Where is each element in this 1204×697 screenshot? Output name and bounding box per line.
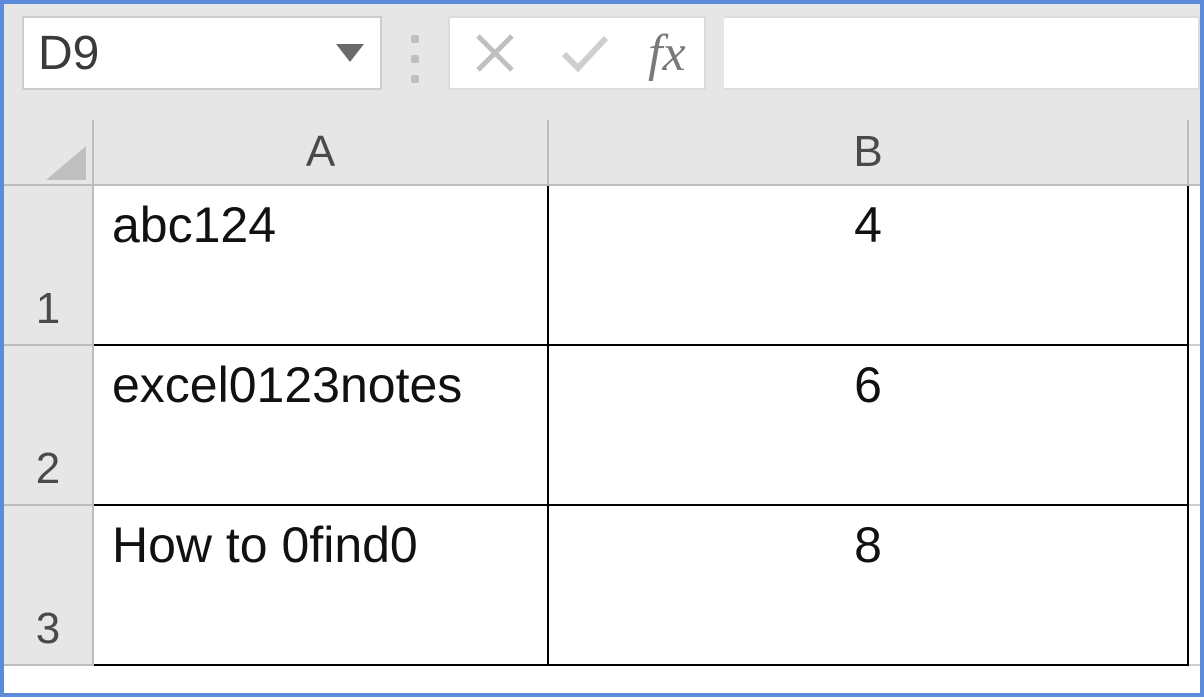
column-header-B[interactable]: B (549, 120, 1189, 186)
cell-B2[interactable]: 6 (549, 346, 1189, 506)
cancel-icon (474, 32, 516, 74)
select-all-corner[interactable] (4, 120, 94, 186)
cell-A1[interactable]: abc124 (94, 186, 549, 346)
cell-C1[interactable] (1189, 186, 1200, 346)
check-icon (560, 32, 610, 74)
insert-function-button[interactable]: fx (630, 18, 704, 88)
column-header-A[interactable]: A (94, 120, 549, 186)
cancel-button[interactable] (450, 18, 540, 88)
cell-B1[interactable]: 4 (549, 186, 1189, 346)
formula-input[interactable] (724, 16, 1200, 90)
app-inner: fx A B 1 abc124 4 2 excel0123notes 6 (4, 4, 1200, 666)
column-header-next[interactable] (1189, 120, 1200, 186)
cell-B3[interactable]: 8 (549, 506, 1189, 666)
row-header-1[interactable]: 1 (4, 186, 94, 346)
select-all-triangle-icon (46, 146, 86, 180)
formula-bar-drag-handle[interactable] (400, 16, 430, 102)
cell-C2[interactable] (1189, 346, 1200, 506)
app-frame: fx A B 1 abc124 4 2 excel0123notes 6 (0, 0, 1204, 697)
name-box[interactable] (22, 16, 382, 90)
formula-bar-row: fx (4, 16, 1200, 102)
spreadsheet-grid: A B 1 abc124 4 2 excel0123notes 6 3 How … (4, 120, 1200, 666)
name-box-input[interactable] (24, 18, 320, 88)
enter-button[interactable] (540, 18, 630, 88)
row-header-2[interactable]: 2 (4, 346, 94, 506)
cell-A2[interactable]: excel0123notes (94, 346, 549, 506)
cell-C3[interactable] (1189, 506, 1200, 666)
formula-bar-buttons: fx (448, 16, 706, 90)
name-box-dropdown[interactable] (320, 18, 380, 88)
cell-A3[interactable]: How to 0find0 (94, 506, 549, 666)
row-header-3[interactable]: 3 (4, 506, 94, 666)
chevron-down-icon (336, 44, 364, 62)
